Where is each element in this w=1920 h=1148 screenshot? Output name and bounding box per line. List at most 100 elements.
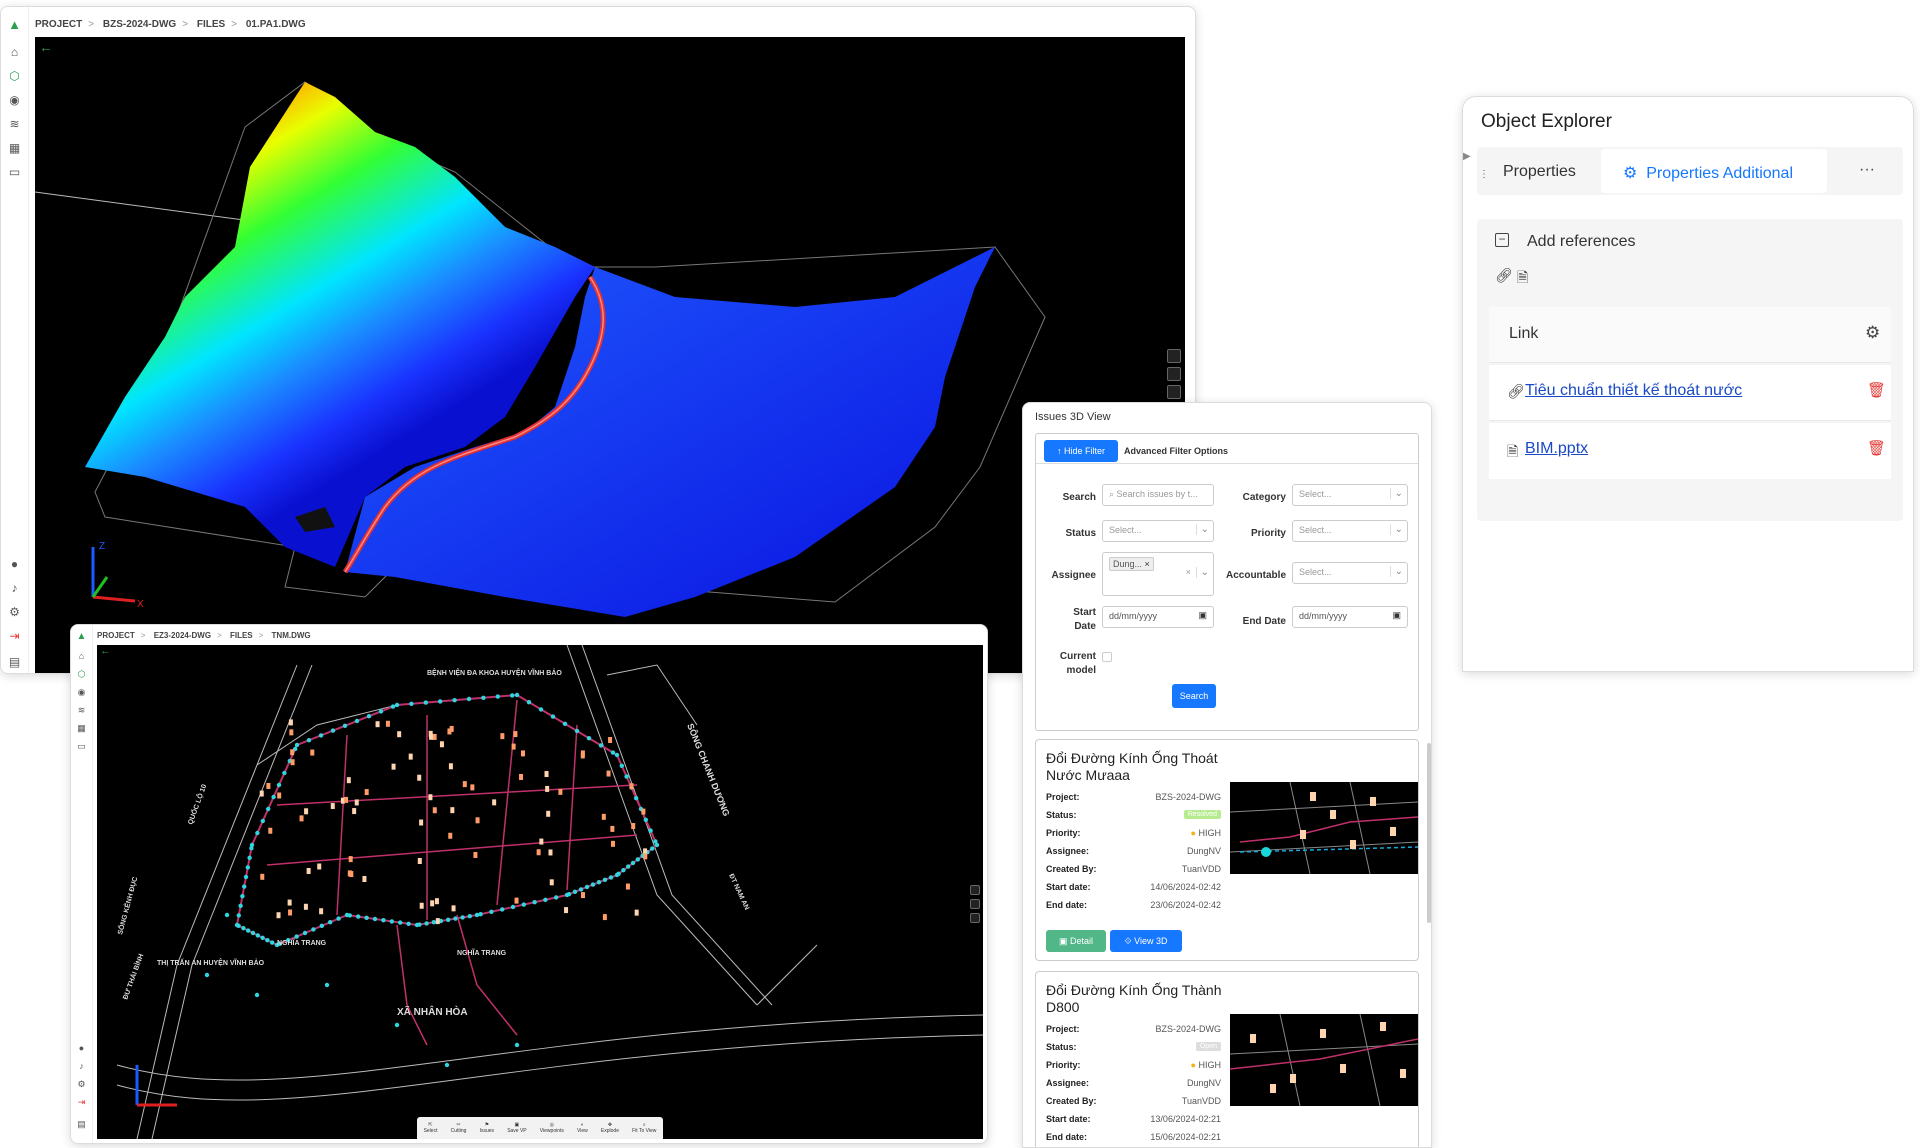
breadcrumb: PROJECT > EZ3-2024-DWG > FILES > TNM.DWG bbox=[97, 631, 311, 640]
tool-button[interactable] bbox=[970, 913, 980, 923]
cube-icon[interactable]: ⬡ bbox=[9, 69, 19, 83]
calendar-icon[interactable]: ▣ bbox=[1392, 610, 1401, 621]
project-value: BZS-2024-DWG bbox=[1155, 1024, 1221, 1034]
toolbar-fit-view[interactable]: ⌕ Fit To View bbox=[632, 1122, 656, 1134]
drag-handle-icon[interactable]: ⋮ bbox=[1479, 169, 1489, 180]
logout-icon[interactable]: ⇥ bbox=[78, 1097, 86, 1108]
toolbar-cutting[interactable]: ✂ Cutting bbox=[451, 1122, 467, 1134]
avatar-icon[interactable]: ● bbox=[11, 557, 18, 571]
back-button[interactable]: ← bbox=[39, 39, 53, 55]
settings-icon[interactable]: ⚙ bbox=[77, 1079, 85, 1090]
tool-button[interactable] bbox=[1167, 349, 1181, 363]
priority-select[interactable]: Select... ⌄ bbox=[1292, 520, 1408, 542]
inbox-icon[interactable]: ▭ bbox=[77, 741, 86, 752]
delete-icon[interactable]: 🗑︎ bbox=[1867, 381, 1886, 399]
issue-card[interactable]: Đổi Đường Kính Ống Thoát Nước Mưaaa Proj… bbox=[1035, 739, 1419, 961]
2d-viewport[interactable]: BỆNH VIỆN ĐA KHOA HUYỆN VĨNH BẢO SÔNG CH… bbox=[97, 645, 983, 1139]
3d-viewport[interactable]: Z X ← bbox=[35, 37, 1185, 673]
panel-toggle-icon[interactable]: ▤ bbox=[9, 655, 20, 669]
breadcrumb-code[interactable]: BZS-2024-DWG bbox=[103, 19, 176, 30]
tool-button[interactable] bbox=[970, 899, 980, 909]
building-mark bbox=[514, 897, 519, 904]
grid-icon[interactable]: ▦ bbox=[9, 141, 20, 155]
toolbar-view[interactable]: ◐ View bbox=[577, 1122, 588, 1134]
building-mark bbox=[330, 803, 335, 810]
tool-button[interactable] bbox=[1167, 385, 1181, 399]
breadcrumb-project[interactable]: PROJECT bbox=[97, 631, 135, 640]
calendar-icon[interactable]: ▣ bbox=[1198, 610, 1207, 621]
issue-title[interactable]: Đổi Đường Kính Ống Thoát Nước Mưaaa bbox=[1046, 750, 1246, 784]
issues-panel: Issues 3D View ↑ Hide Filter Advanced Fi… bbox=[1022, 402, 1432, 1148]
scrollbar[interactable] bbox=[1427, 743, 1431, 923]
add-file-icon[interactable]: 🗎 bbox=[1517, 267, 1528, 291]
breadcrumb-files[interactable]: FILES bbox=[230, 631, 253, 640]
breadcrumb-project[interactable]: PROJECT bbox=[35, 19, 82, 30]
issue-thumbnail[interactable] bbox=[1230, 1014, 1418, 1106]
manhole-dot bbox=[282, 770, 287, 776]
category-select[interactable]: Select... ⌄ bbox=[1292, 484, 1408, 506]
user-circle-icon[interactable]: ◉ bbox=[78, 687, 86, 698]
reference-link[interactable]: BIM.pptx bbox=[1525, 440, 1588, 458]
manhole-dot bbox=[381, 918, 386, 923]
clear-icon[interactable]: × bbox=[1186, 567, 1191, 577]
settings-icon[interactable]: ⚙ bbox=[9, 605, 20, 619]
collapse-handle-icon[interactable]: ▶ bbox=[1463, 151, 1471, 162]
back-button[interactable]: ← bbox=[100, 645, 111, 657]
manhole-dot bbox=[276, 782, 282, 788]
bell-icon[interactable]: ♪ bbox=[12, 581, 18, 595]
manhole-dot bbox=[240, 894, 245, 899]
breadcrumb-files[interactable]: FILES bbox=[197, 19, 225, 30]
building-mark bbox=[268, 827, 273, 834]
panel-toggle-icon[interactable]: ▤ bbox=[77, 1119, 86, 1130]
accountable-select[interactable]: Select... ⌄ bbox=[1292, 562, 1408, 584]
layers-icon[interactable]: ≋ bbox=[78, 705, 86, 716]
label-commune: XÃ NHÂN HÒA bbox=[397, 1005, 468, 1018]
reference-link[interactable]: Tiêu chuẩn thiết kế thoát nước bbox=[1525, 382, 1742, 400]
end-date-input[interactable]: dd/mm/yyyy ▣ bbox=[1292, 606, 1408, 628]
user-circle-icon[interactable]: ◉ bbox=[9, 93, 19, 107]
tab-properties-additional[interactable]: ⚙ Properties Additional bbox=[1623, 163, 1793, 183]
issue-title[interactable]: Đổi Đường Kính Ống Thành D800 bbox=[1046, 982, 1246, 1016]
hide-filter-button[interactable]: ↑ Hide Filter bbox=[1044, 440, 1118, 462]
toolbar-save-vp[interactable]: ▣ Save VP bbox=[507, 1122, 526, 1134]
current-model-checkbox[interactable] bbox=[1102, 652, 1112, 662]
breadcrumb-code[interactable]: EZ3-2024-DWG bbox=[154, 631, 211, 640]
manhole-dot bbox=[474, 912, 480, 918]
avatar-icon[interactable]: ● bbox=[79, 1043, 84, 1053]
object-explorer-panel: Object Explorer ▶ ⋮ Properties ⚙ Propert… bbox=[1462, 96, 1914, 672]
start-date-input[interactable]: dd/mm/yyyy ▣ bbox=[1102, 606, 1214, 628]
collapse-icon[interactable]: − bbox=[1495, 233, 1509, 247]
status-select[interactable]: Select... ⌄ bbox=[1102, 520, 1214, 542]
more-tabs-button[interactable]: ··· bbox=[1859, 161, 1875, 179]
tool-button[interactable] bbox=[970, 885, 980, 895]
search-button[interactable]: Search bbox=[1172, 684, 1216, 708]
advanced-filter-label[interactable]: Advanced Filter Options bbox=[1124, 446, 1228, 456]
inbox-icon[interactable]: ▭ bbox=[9, 165, 20, 179]
home-icon[interactable]: ⌂ bbox=[79, 651, 84, 661]
detail-button[interactable]: ▣ Detail bbox=[1046, 930, 1106, 952]
toolbar-explode[interactable]: ✥ Explode bbox=[601, 1122, 619, 1134]
layers-icon[interactable]: ≋ bbox=[9, 117, 19, 131]
home-icon[interactable]: ⌂ bbox=[11, 45, 18, 59]
add-link-icon[interactable]: 🔗︎ bbox=[1495, 267, 1513, 284]
toolbar-select[interactable]: ⇱ Select bbox=[424, 1122, 438, 1134]
toolbar-issues[interactable]: ⚑ Issues bbox=[480, 1122, 494, 1134]
grid-icon[interactable]: ▦ bbox=[77, 723, 86, 734]
delete-icon[interactable]: 🗑︎ bbox=[1867, 439, 1886, 457]
issue-card[interactable]: Đổi Đường Kính Ống Thành D800 Project: BZ… bbox=[1035, 971, 1419, 1147]
assignee-tag[interactable]: Dung... × bbox=[1109, 557, 1154, 571]
toolbar-viewpoints[interactable]: ◎ Viewpoints bbox=[540, 1122, 564, 1134]
assignee-select[interactable]: Dung... × × ⌄ bbox=[1102, 552, 1214, 596]
logout-icon[interactable]: ⇥ bbox=[9, 629, 19, 643]
tab-properties[interactable]: Properties bbox=[1503, 163, 1576, 181]
bell-icon[interactable]: ♪ bbox=[79, 1061, 84, 1071]
manhole-dot bbox=[247, 855, 252, 860]
cube-icon[interactable]: ⬡ bbox=[78, 669, 86, 680]
view-3d-button[interactable]: ⟐ View 3D bbox=[1110, 930, 1182, 952]
issue-thumbnail[interactable] bbox=[1230, 782, 1418, 874]
building-mark bbox=[434, 898, 439, 905]
search-input[interactable]: ⌕ Search issues by t... bbox=[1102, 484, 1214, 506]
remove-tag-icon[interactable]: × bbox=[1145, 559, 1150, 569]
tool-button[interactable] bbox=[1167, 367, 1181, 381]
gear-icon[interactable]: ⚙ bbox=[1865, 323, 1880, 343]
